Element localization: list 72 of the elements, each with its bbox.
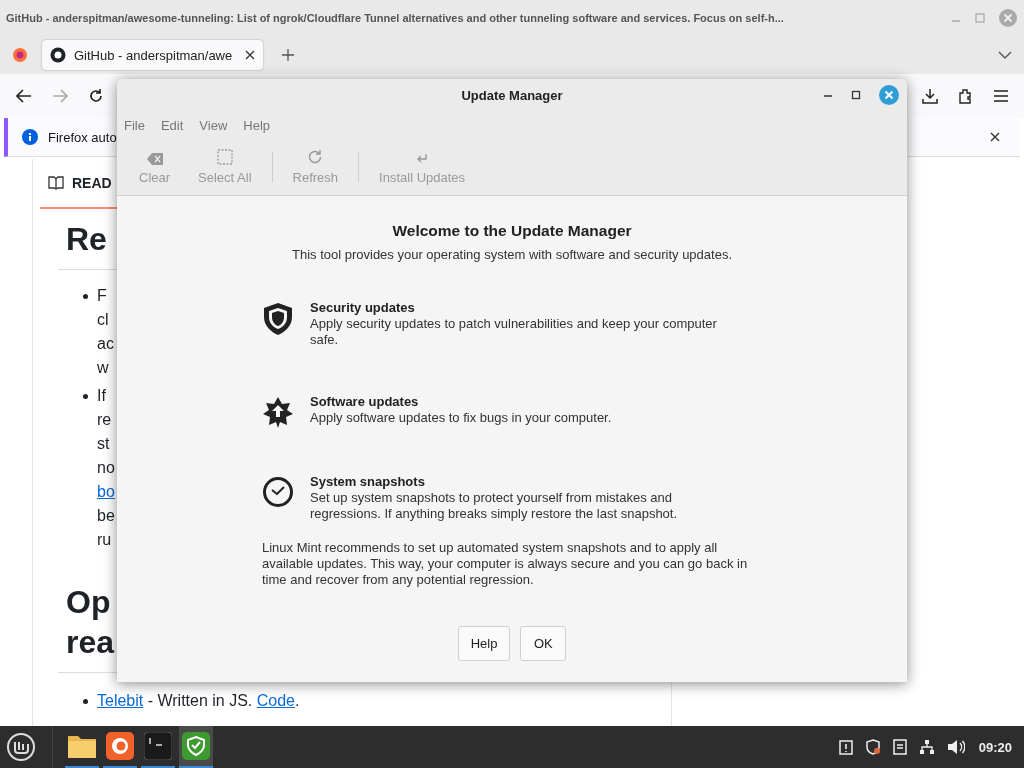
text-line: be [97,506,115,526]
text-link[interactable]: bo [97,480,115,504]
feature-description: Apply security updates to patch vulnerabilities and keep your computer safe. [310,316,718,348]
dialog-title: Update Manager [461,87,563,103]
document-icon[interactable] [892,739,907,755]
feature-title: Security updates [310,300,416,316]
text-link[interactable]: Telebit [97,692,144,709]
shield-icon[interactable] [864,739,881,755]
text-line: If [97,386,106,406]
clipboard-icon[interactable] [838,739,853,755]
puzzle-icon[interactable] [958,88,974,104]
mint-menu-icon[interactable] [6,732,36,762]
firefox-icon [106,732,134,760]
terminal-icon [144,732,172,760]
menu-item[interactable]: View [199,117,228,133]
info-icon [22,129,38,145]
folder-icon [67,733,97,759]
bullet-icon [83,699,88,704]
clock-icon [262,476,294,508]
text-line: re [97,410,112,430]
menu-item[interactable]: Help [243,117,271,133]
text-line: F [97,286,107,306]
welcome-heading: Welcome to the Update Manager [392,222,632,240]
bullet-icon [83,394,88,399]
book-icon [48,176,64,190]
section-heading: Op rea [66,583,115,662]
dialog-button[interactable]: Help [457,626,511,661]
close-icon[interactable] [245,50,255,60]
star-badge-icon [262,396,294,428]
list-item-text: Telebit - Written in JS. Code. [97,691,300,711]
refresh-icon [307,149,324,165]
browser-tab[interactable]: GitHub - anderspitman/awe [42,40,263,70]
reload-icon[interactable] [88,88,104,104]
network-icon[interactable] [918,739,935,755]
tab-title: GitHub - anderspitman/awe [74,47,234,63]
recommendation-text: Linux Mint recommends to set up automated system snapshots and to apply all available updates. This way, your computer is always secure and you can go back in time and recover from any potential regression. [262,540,749,588]
window-title: GitHub - anderspitman/awesome-tunneling: List of ngrok/Cloudflare Tunnel alternatives and other tunneling software and services. Focus on self-h... [6,12,785,24]
return-arrow-icon [416,153,429,165]
notification-text: Firefox auto [48,129,117,145]
text-line: st [97,434,110,454]
new-tab-icon[interactable] [281,48,295,62]
feature-title: Software updates [310,394,420,410]
taskbar-app[interactable] [179,726,213,768]
menu-item[interactable]: Edit [160,117,184,133]
bullet-icon [83,294,88,299]
shield-icon [262,302,294,336]
menu-icon[interactable] [994,90,1008,102]
dialog-button[interactable]: OK [520,626,567,661]
feature-title: System snapshots [310,474,426,490]
backspace-icon [146,153,163,165]
download-icon[interactable] [922,88,938,104]
shield-icon [182,732,210,760]
text-line: cl [97,310,109,330]
close-icon[interactable] [990,132,1000,142]
chevron-icon[interactable] [998,51,1012,59]
selection-icon [216,149,233,165]
menu-item[interactable]: File [124,117,145,133]
text-line: ru [97,530,112,550]
github-icon [50,47,66,63]
feature-description: Set up system snapshots to protect yourself from mistakes and regressions. If anything breaks simply restore the last snapshot. [310,490,679,522]
feature-description: Apply software updates to fix bugs in your computer. [310,410,613,426]
back-icon[interactable] [16,89,32,103]
firefox-icon[interactable] [12,47,28,63]
text-line: no [97,458,115,478]
text-link[interactable]: Code [256,692,295,709]
maximize-icon[interactable] [851,90,861,100]
text-line: w [97,358,109,378]
clock[interactable]: 09:20 [978,739,1012,755]
volume-icon[interactable] [946,739,965,755]
section-heading: Re [66,220,107,259]
text-line: ac [97,334,114,354]
welcome-subtitle: This tool provides your operating system with software and security updates. [291,247,732,262]
